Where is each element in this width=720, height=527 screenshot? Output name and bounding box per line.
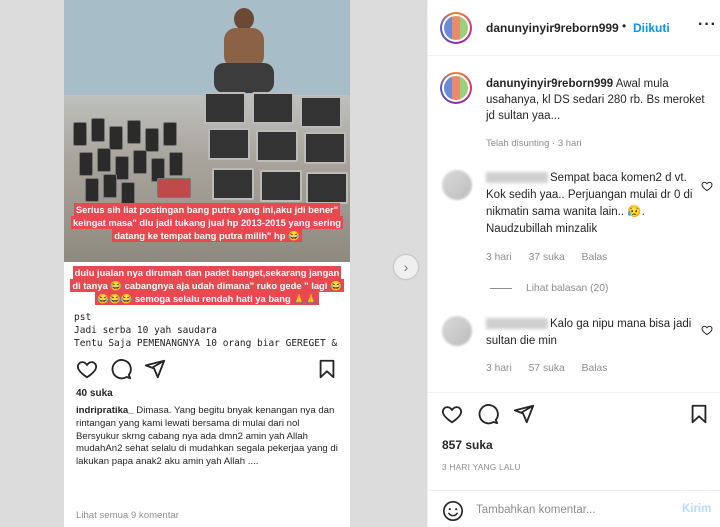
avatar[interactable]: [440, 12, 472, 44]
post-comment-button[interactable]: Kirim: [682, 503, 711, 515]
comment-time: 3 hari: [486, 252, 512, 263]
more-options-icon[interactable]: ···: [698, 16, 717, 34]
inner-caption: indripratika_ Dimasa. Yang begitu bnyak …: [76, 405, 338, 468]
comment-text: Sempat baca komen2 d vt. Kok sedih yaa..…: [486, 172, 693, 235]
view-replies-button[interactable]: Lihat balasan (20): [490, 283, 608, 294]
comment-username[interactable]: [486, 318, 548, 330]
caption-avatar[interactable]: [440, 72, 472, 104]
comment-meta: 3 hari 37 suka Balas: [486, 252, 621, 263]
comment-text: Kalo ga nipu mana bisa jadi sultan die m…: [486, 318, 692, 347]
post-header: danunyinyir9reborn999 • Diikuti ···: [428, 0, 720, 56]
post-sidebar: danunyinyir9reborn999 • Diikuti ··· danu…: [427, 0, 720, 527]
chevron-right-icon: ›: [403, 259, 409, 275]
overlay-text-2: dulu jualan nya dirumah dan padet banget…: [70, 266, 344, 305]
comment-reply-button[interactable]: Balas: [582, 363, 608, 374]
under-text-prefix: pst: [74, 312, 92, 323]
laptops-pile: [204, 92, 350, 212]
caption-edited-time: Telah disunting · 3 hari: [486, 138, 582, 149]
bookmark-icon: [319, 359, 335, 379]
post-image[interactable]: Serius sih liat postingan bang putra yan…: [64, 0, 350, 527]
comment-icon: [111, 359, 132, 380]
inner-action-row: [76, 358, 338, 380]
follow-button[interactable]: Diikuti: [633, 21, 670, 35]
heart-icon: [76, 361, 98, 379]
post-date[interactable]: 3 HARI YANG LALU: [442, 462, 521, 472]
emoji-icon[interactable]: [442, 500, 464, 522]
header-username[interactable]: danunyinyir9reborn999: [486, 21, 619, 35]
comment-meta: 3 hari 57 suka Balas: [486, 363, 621, 374]
header-dot: •: [622, 19, 627, 33]
comment-input[interactable]: [476, 502, 661, 518]
comment-like-icon[interactable]: [701, 324, 713, 336]
comment-icon[interactable]: [477, 403, 499, 425]
likes-count[interactable]: 857 suka: [442, 438, 493, 452]
next-image-button[interactable]: ›: [394, 255, 418, 279]
inner-view-all-comments: Lihat semua 9 komentar: [76, 510, 179, 521]
post-caption: danunyinyir9reborn999 Awal mula usahanya…: [486, 76, 711, 124]
phones-pile: [69, 112, 219, 206]
share-icon[interactable]: [513, 403, 535, 425]
overlay-text-1: Serius sih liat postingan bang putra yan…: [70, 203, 344, 242]
comment-like-icon[interactable]: [701, 180, 713, 192]
post-media-panel: Serius sih liat postingan bang putra yan…: [0, 0, 427, 527]
comment-likes[interactable]: 57 suka: [529, 363, 565, 374]
comment-likes[interactable]: 37 suka: [529, 252, 565, 263]
comment-reply-button[interactable]: Balas: [582, 252, 608, 263]
under-text-2: Tentu Saja PEMENANGNYA 10 orang biar GER…: [74, 338, 338, 349]
bookmark-icon[interactable]: [688, 403, 710, 425]
comment-avatar[interactable]: [442, 170, 472, 200]
comment-avatar[interactable]: [442, 316, 472, 346]
inner-likes: 40 suka: [76, 388, 113, 399]
caption-username[interactable]: danunyinyir9reborn999: [486, 78, 613, 90]
under-text-1: Jadi serba 10 yah saudara: [74, 325, 217, 336]
heart-icon[interactable]: [441, 403, 463, 425]
add-comment-bar: Kirim: [428, 490, 720, 527]
comment-username[interactable]: [486, 172, 548, 184]
share-icon: [144, 359, 166, 379]
comment-time: 3 hari: [486, 363, 512, 374]
post-action-bar: [428, 392, 720, 432]
